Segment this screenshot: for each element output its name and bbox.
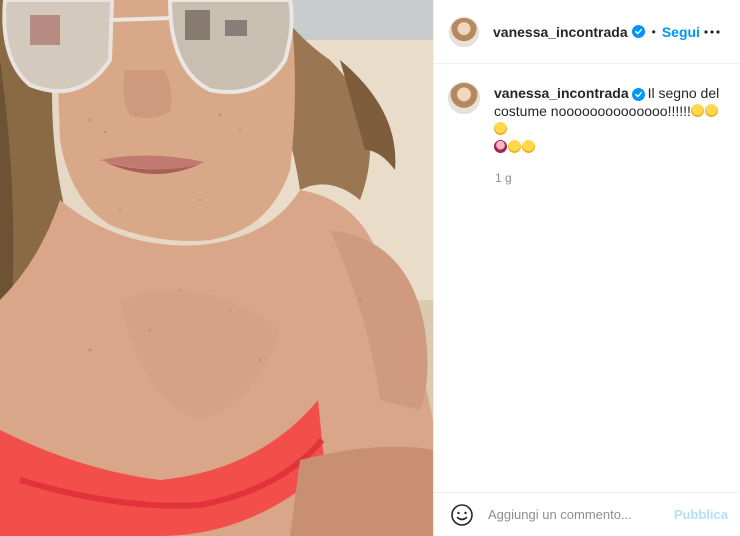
emoji-picker-icon[interactable] <box>450 503 474 527</box>
verified-badge-icon <box>631 25 645 38</box>
comments-section: vanessa_incontrada Il segno del costume n… <box>434 64 740 492</box>
author-avatar[interactable] <box>449 16 479 47</box>
caption: vanessa_incontrada Il segno del costume n… <box>448 82 724 156</box>
post-photo[interactable] <box>0 0 433 536</box>
laughing-emoji-icon <box>508 140 521 153</box>
caption-username[interactable]: vanessa_incontrada <box>494 85 629 101</box>
publish-button[interactable]: Pubblica <box>674 507 728 522</box>
comment-composer: Pubblica <box>434 492 740 536</box>
laughing-emoji-icon <box>690 104 704 117</box>
laughing-emoji-icon <box>704 104 718 117</box>
more-options-icon[interactable] <box>700 20 724 44</box>
instagram-post: vanessa_incontrada • Segui vanessa_incon… <box>0 0 740 536</box>
caption-author-avatar[interactable] <box>448 82 480 114</box>
post-side-panel: vanessa_incontrada • Segui vanessa_incon… <box>433 0 740 536</box>
selfie-image <box>0 0 433 536</box>
follow-button[interactable]: Segui <box>662 24 700 40</box>
post-header: vanessa_incontrada • Segui <box>434 0 740 64</box>
laughing-emoji-icon <box>494 122 507 135</box>
header-separator: • <box>651 24 656 39</box>
comment-input[interactable] <box>488 507 658 522</box>
caption-verified-badge-icon <box>631 88 645 101</box>
post-timestamp[interactable]: 1 g <box>495 171 724 185</box>
caption-body: vanessa_incontrada Il segno del costume n… <box>494 84 724 156</box>
laughing-emoji-icon <box>522 140 535 153</box>
hand-over-mouth-emoji-icon <box>494 140 507 153</box>
author-username[interactable]: vanessa_incontrada <box>493 24 628 40</box>
